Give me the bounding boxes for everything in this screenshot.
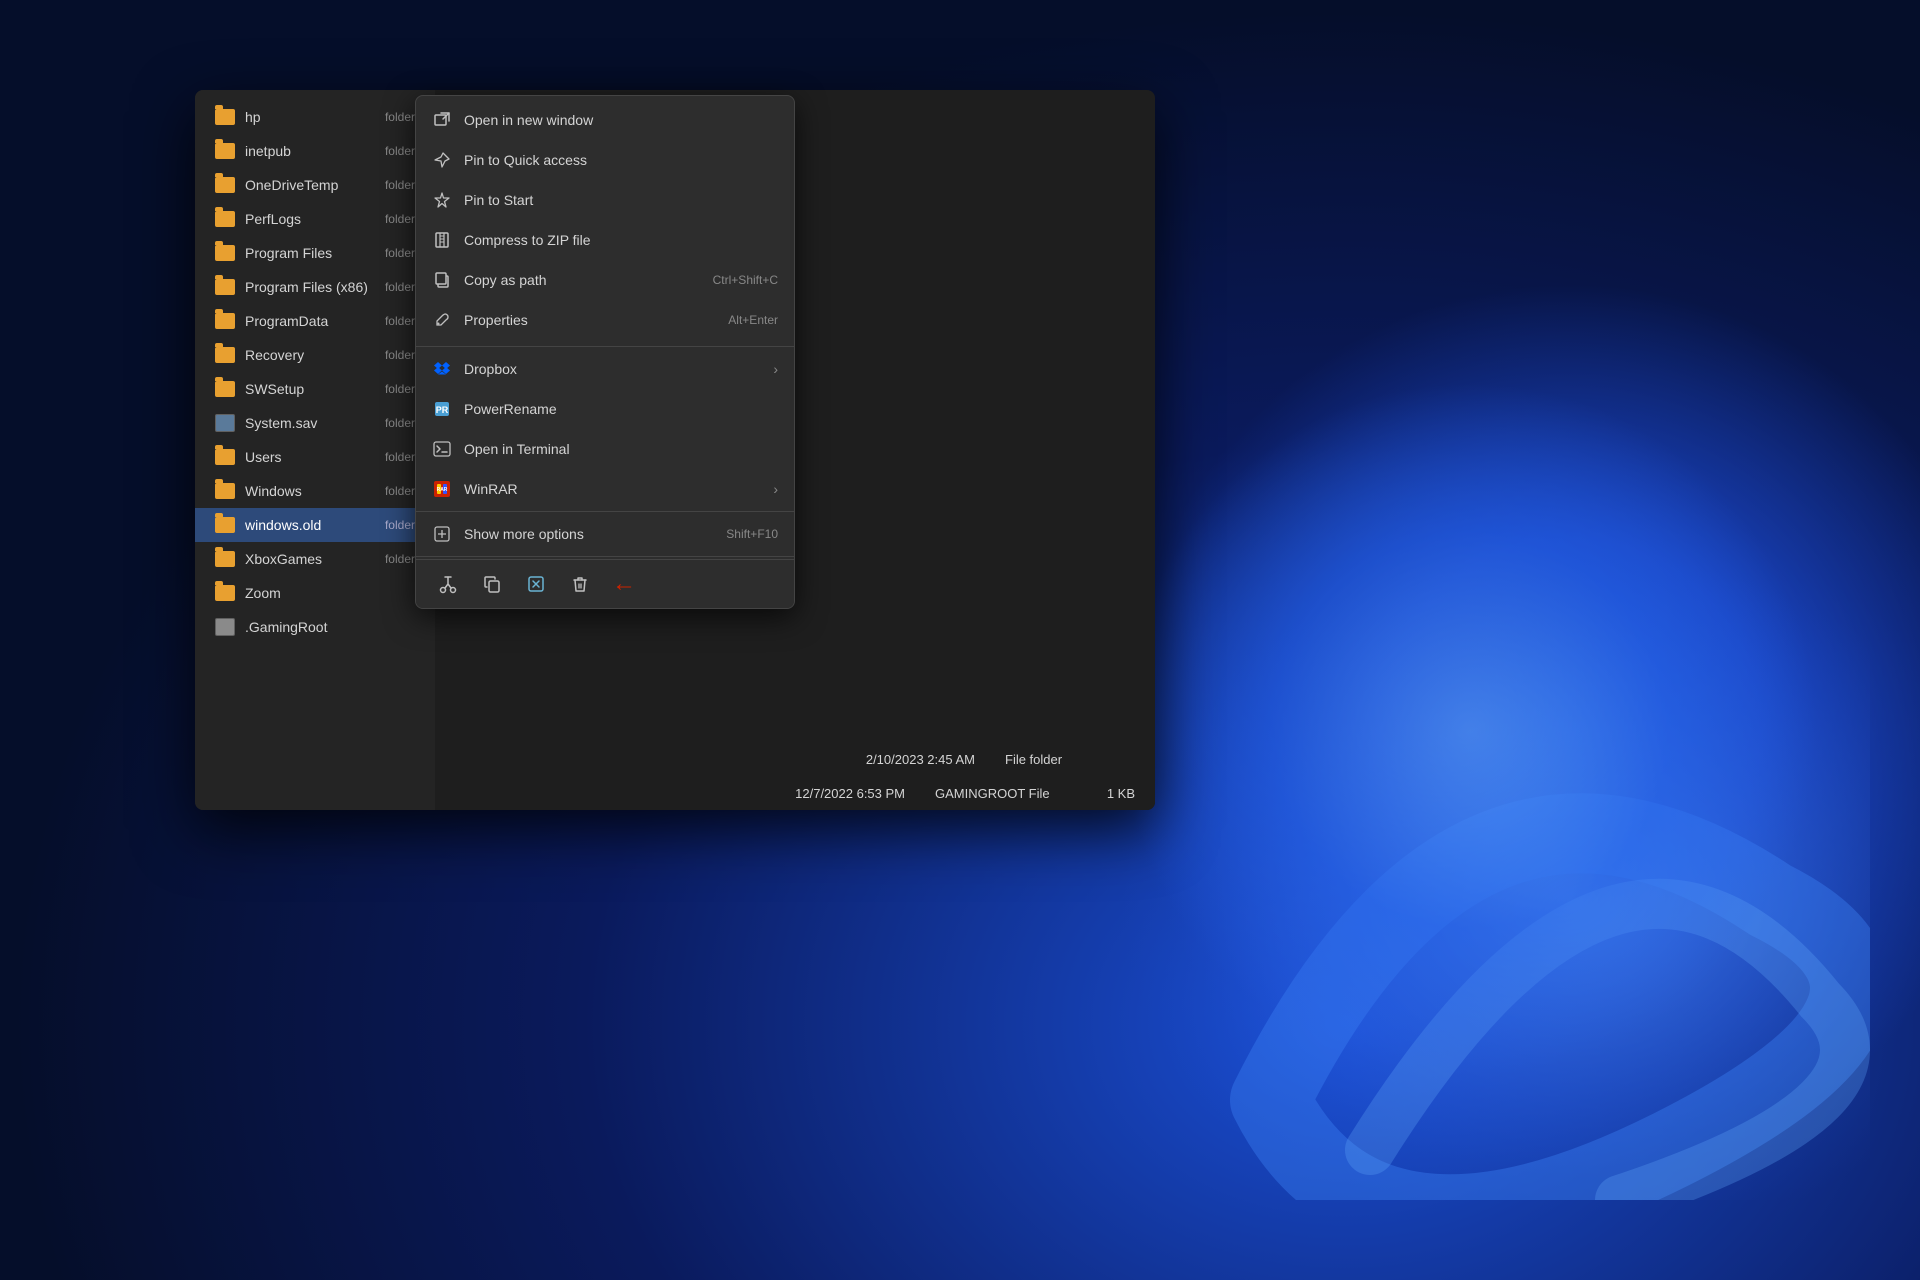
submenu-arrow-winrar-icon: › [773,481,778,497]
menu-item-label: Properties [464,312,528,328]
folder-icon [215,245,235,261]
menu-item-label: Dropbox [464,361,517,377]
cut-button[interactable] [432,568,464,600]
list-item[interactable]: Zoom [195,576,435,610]
menu-item-label: Open in new window [464,112,593,128]
menu-item-label: Pin to Quick access [464,152,587,168]
menu-divider-3 [416,556,794,557]
wrench-icon [432,310,452,330]
copy-button[interactable] [476,568,508,600]
pin-icon [432,150,452,170]
menu-item-winrar[interactable]: RAR WinRAR › [416,469,794,509]
wallpaper-swirl [1070,500,1870,1200]
list-item[interactable]: Program Files folder [195,236,435,270]
pin-start-icon [432,190,452,210]
folder-icon [215,483,235,499]
list-item[interactable]: hp folder [195,100,435,134]
shortcut-show-more: Shift+F10 [726,527,778,541]
menu-divider-2 [416,511,794,512]
list-item[interactable]: .GamingRoot [195,610,435,644]
shortcut-copy-path: Ctrl+Shift+C [713,273,778,287]
file-list: hp folder inetpub folder OneDriveTemp fo… [195,90,435,810]
folder-icon [215,279,235,295]
folder-icon [215,347,235,363]
menu-item-label: WinRAR [464,481,518,497]
list-item[interactable]: inetpub folder [195,134,435,168]
shortcut-properties: Alt+Enter [728,313,778,327]
menu-item-label: Compress to ZIP file [464,232,591,248]
folder-icon [215,585,235,601]
menu-item-compress-zip[interactable]: Compress to ZIP file [416,220,794,260]
winrar-icon: RAR [432,479,452,499]
menu-item-powerrename[interactable]: PR PowerRename [416,389,794,429]
menu-item-label: Open in Terminal [464,441,570,457]
powerrename-icon: PR [432,399,452,419]
rename-button[interactable] [520,568,552,600]
zoom-date-row: 2/10/2023 2:45 AM File folder [435,742,1155,776]
file-details-area: 2/10/2023 2:45 AM File folder 12/7/2022 … [435,708,1155,810]
list-item[interactable]: Windows folder [195,474,435,508]
list-item[interactable]: Users folder [195,440,435,474]
menu-item-open-terminal[interactable]: Open in Terminal [416,429,794,469]
folder-icon [215,551,235,567]
list-item[interactable]: Recovery folder [195,338,435,372]
menu-item-dropbox[interactable]: Dropbox › [416,349,794,389]
menu-item-properties[interactable]: Properties Alt+Enter [416,300,794,340]
dropbox-icon [432,359,452,379]
submenu-arrow-icon: › [773,361,778,377]
folder-icon [215,517,235,533]
folder-icon [215,109,235,125]
folder-icon [215,381,235,397]
red-arrow-indicator: ← [612,570,636,598]
external-link-icon [432,110,452,130]
menu-item-label: Pin to Start [464,192,533,208]
menu-item-pin-start[interactable]: Pin to Start [416,180,794,220]
terminal-icon [432,439,452,459]
gaminground-row: 12/7/2022 6:53 PM GAMINGROOT File 1 KB [435,776,1155,810]
list-item[interactable]: Program Files (x86) folder [195,270,435,304]
show-more-icon [432,524,452,544]
list-item[interactable]: OneDriveTemp folder [195,168,435,202]
folder-icon [215,177,235,193]
folder-icon [215,449,235,465]
menu-item-label: Show more options [464,526,584,542]
menu-section-top: Open in new window Pin to Quick access P… [416,96,794,344]
file-icon [215,414,235,432]
list-item[interactable]: SWSetup folder [195,372,435,406]
delete-button[interactable] [564,568,596,600]
zip-icon [432,230,452,250]
menu-divider-1 [416,346,794,347]
context-menu: Open in new window Pin to Quick access P… [415,95,795,609]
zoom-row[interactable] [435,708,1155,742]
folder-icon [215,313,235,329]
list-item-selected[interactable]: windows.old folder [195,508,435,542]
list-item[interactable]: PerfLogs folder [195,202,435,236]
menu-item-open-new-window[interactable]: Open in new window [416,100,794,140]
file-icon [215,618,235,636]
copy-path-icon [432,270,452,290]
svg-text:PR: PR [436,405,449,415]
list-item[interactable]: ProgramData folder [195,304,435,338]
context-menu-icon-bar: ← [416,559,794,608]
list-item[interactable]: System.sav folder [195,406,435,440]
folder-icon [215,211,235,227]
svg-text:RAR: RAR [437,487,448,493]
menu-item-label: PowerRename [464,401,557,417]
list-item[interactable]: XboxGames folder [195,542,435,576]
menu-item-copy-path[interactable]: Copy as path Ctrl+Shift+C [416,260,794,300]
menu-item-pin-quick-access[interactable]: Pin to Quick access [416,140,794,180]
menu-item-label: Copy as path [464,272,547,288]
folder-icon [215,143,235,159]
menu-item-show-more[interactable]: Show more options Shift+F10 [416,514,794,554]
